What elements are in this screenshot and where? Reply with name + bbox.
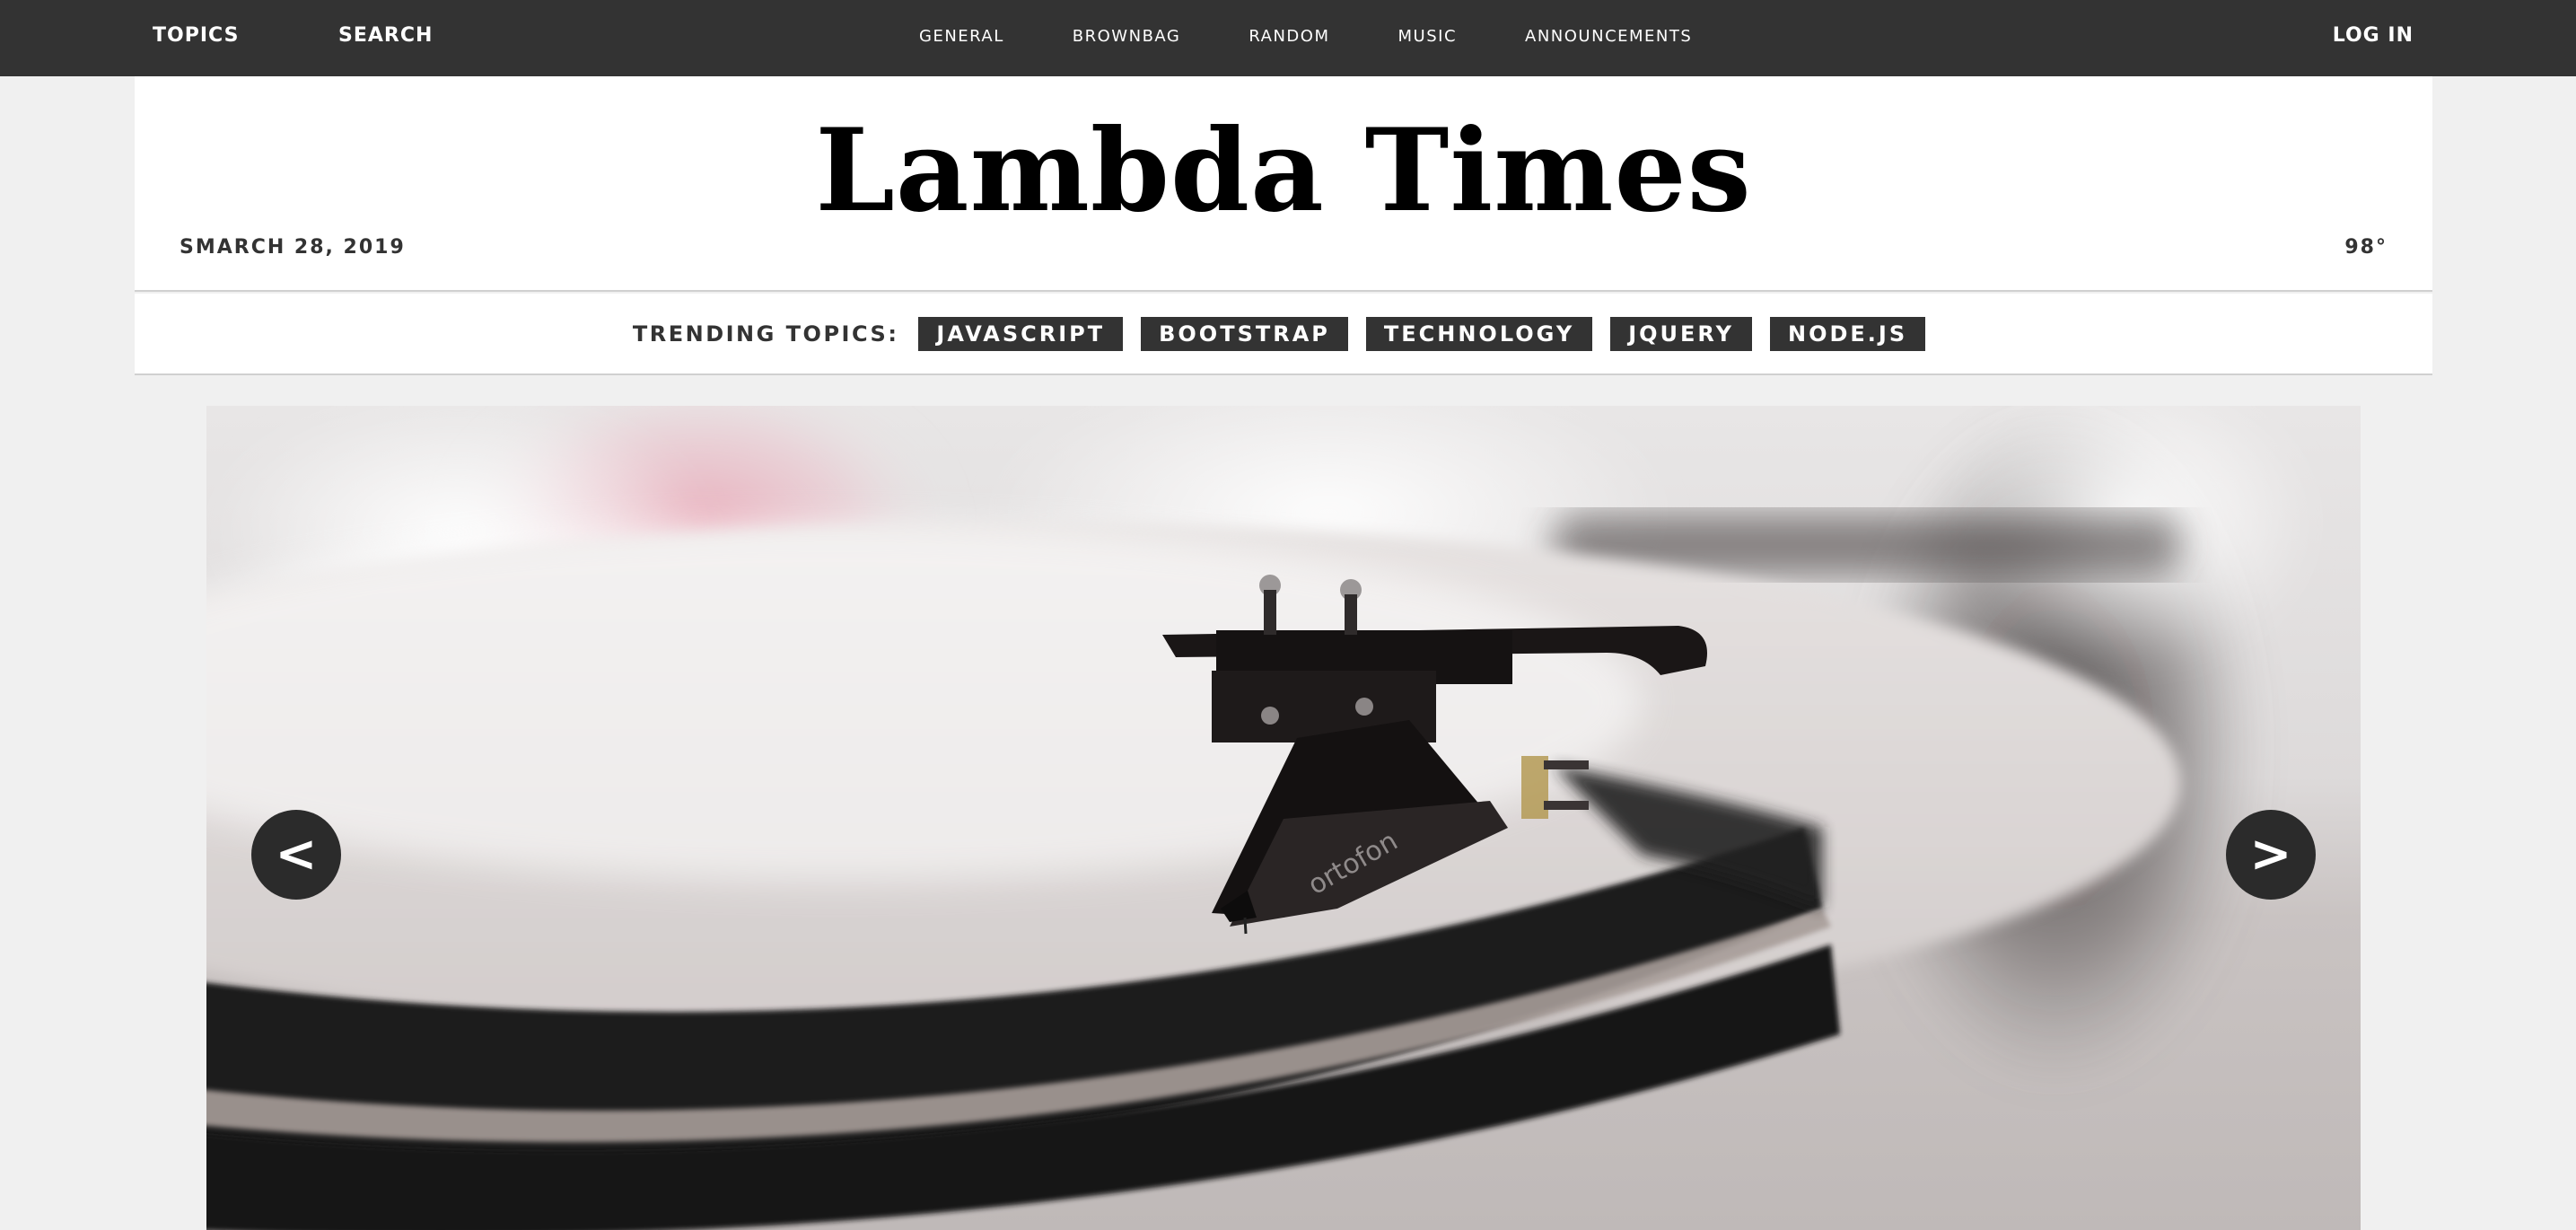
nav-link-music[interactable]: MUSIC <box>1398 27 1458 46</box>
trending-topics-label: TRENDING TOPICS: <box>632 321 899 347</box>
tab-nodejs[interactable]: NODE.JS <box>1769 316 1926 351</box>
topics-link[interactable]: TOPICS <box>153 0 239 72</box>
trending-topics-bar: TRENDING TOPICS: JAVASCRIPT BOOTSTRAP TE… <box>135 294 2432 375</box>
header-date: SMARCH 28, 2019 <box>180 236 406 259</box>
site-header: Lambda Times SMARCH 28, 2019 98° <box>135 76 2432 292</box>
tab-technology[interactable]: TECHNOLOGY <box>1365 316 1593 351</box>
carousel-next-button[interactable]: > <box>2226 810 2316 900</box>
top-navigation-bar: TOPICS SEARCH GENERAL BROWNBAG RANDOM MU… <box>0 0 2576 76</box>
site-title: Lambda Times <box>815 104 1752 237</box>
image-carousel: ortofon < > <box>206 406 2361 1230</box>
turntable-image: ortofon <box>206 406 2361 1230</box>
nav-link-announcements[interactable]: ANNOUNCEMENTS <box>1525 27 1692 46</box>
nav-link-random[interactable]: RANDOM <box>1249 27 1329 46</box>
search-link[interactable]: SEARCH <box>338 0 433 72</box>
carousel-prev-button[interactable]: < <box>251 810 341 900</box>
header-temperature: 98° <box>2344 236 2388 259</box>
tab-bootstrap[interactable]: BOOTSTRAP <box>1141 316 1348 351</box>
nav-link-general[interactable]: GENERAL <box>919 27 1004 46</box>
category-nav: GENERAL BROWNBAG RANDOM MUSIC ANNOUNCEME… <box>919 0 1692 72</box>
tab-javascript[interactable]: JAVASCRIPT <box>918 316 1124 351</box>
login-link[interactable]: LOG IN <box>2333 0 2414 72</box>
nav-link-brownbag[interactable]: BROWNBAG <box>1073 27 1181 46</box>
tab-jquery[interactable]: JQUERY <box>1610 316 1752 351</box>
